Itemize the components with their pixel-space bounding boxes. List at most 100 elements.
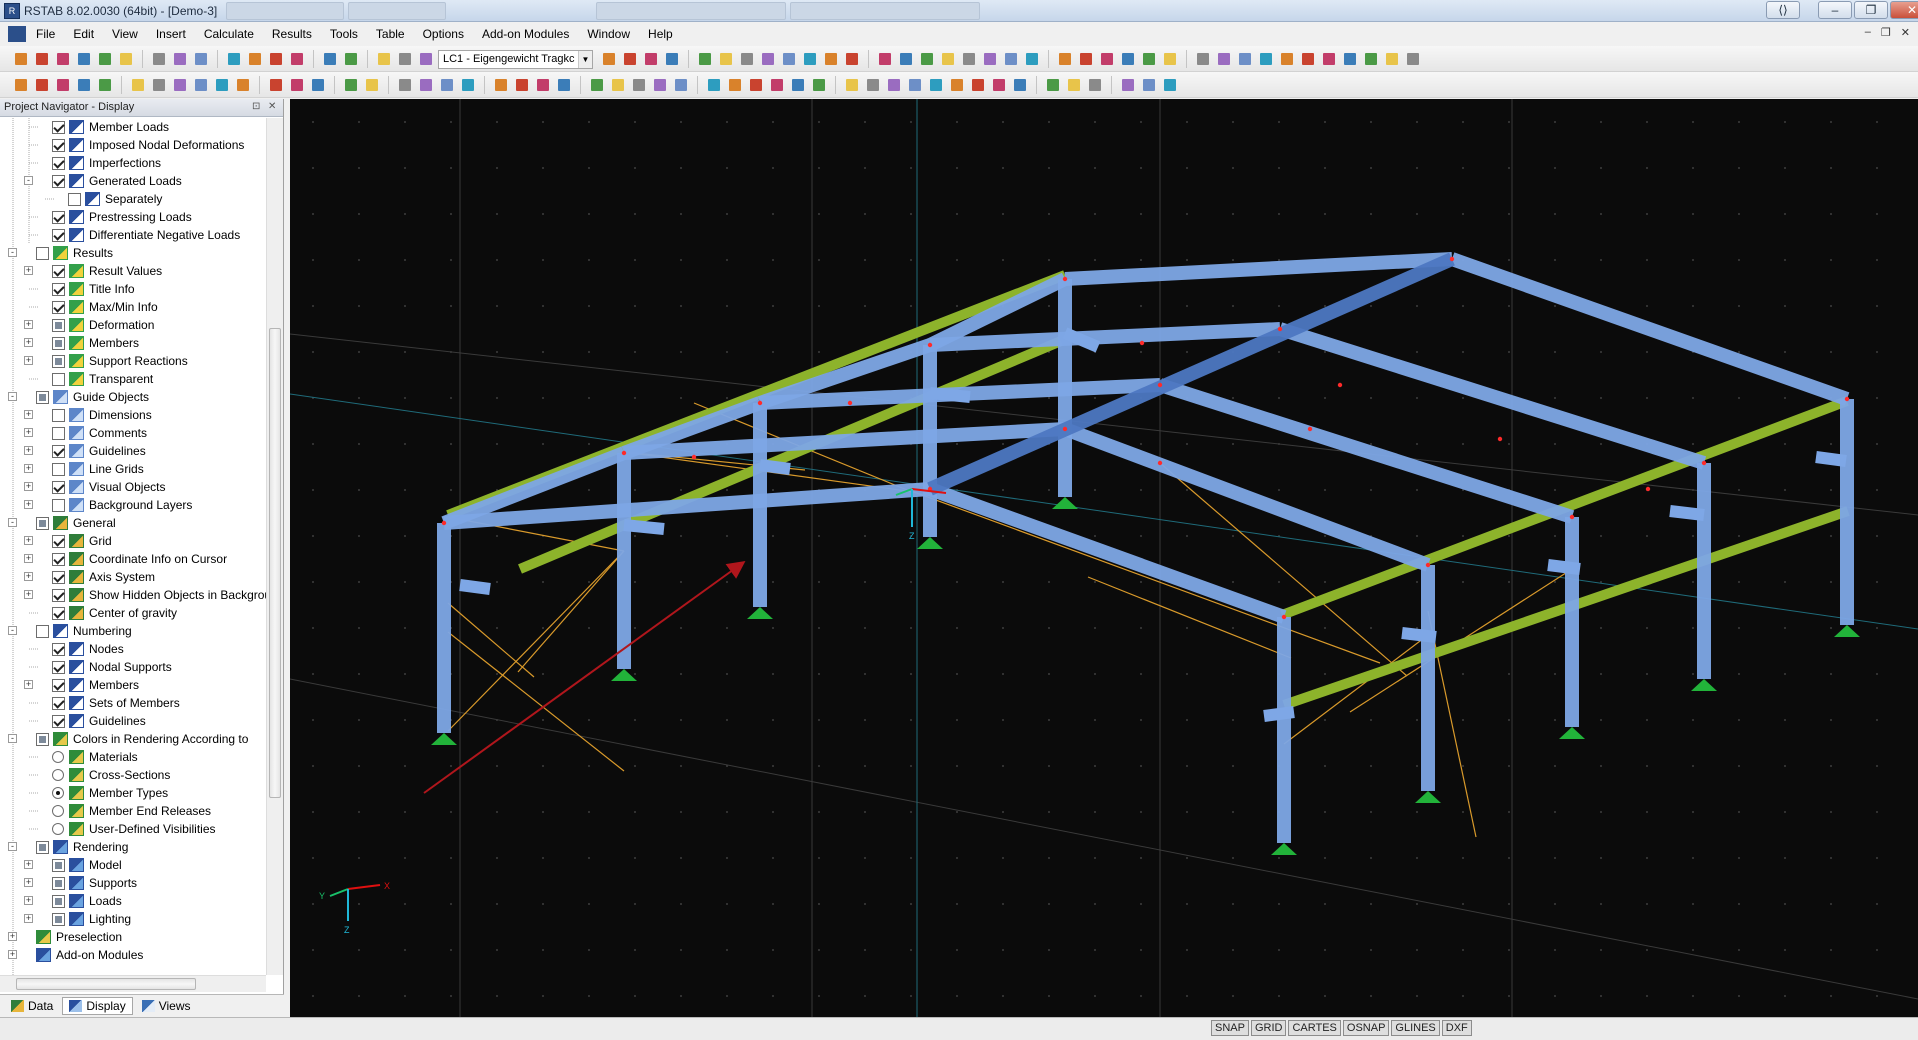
tree-checkbox[interactable] — [36, 733, 49, 746]
tree-checkbox[interactable] — [52, 121, 65, 134]
toolbar-button[interactable] — [906, 76, 924, 94]
toolbar-button[interactable] — [621, 50, 639, 68]
status-glines-toggle[interactable]: GLINES — [1391, 1020, 1439, 1036]
toolbar-button[interactable] — [588, 76, 606, 94]
toolbar-button[interactable] — [663, 50, 681, 68]
toolbar-button[interactable] — [396, 76, 414, 94]
tree-item-line-grids[interactable]: Line Grids — [52, 460, 144, 478]
outer-restore-button[interactable]: ⟨⟩ — [1766, 1, 1800, 19]
toolbar-button[interactable] — [927, 76, 945, 94]
toolbar-button[interactable] — [651, 76, 669, 94]
toolbar-button[interactable] — [789, 76, 807, 94]
status-cartes-toggle[interactable]: CARTES — [1288, 1020, 1340, 1036]
structural-model-view[interactable]: Z X Y Z — [290, 99, 1918, 1017]
toolbar-button[interactable] — [717, 50, 735, 68]
toolbar-button[interactable] — [534, 76, 552, 94]
toolbar-button[interactable] — [1194, 50, 1212, 68]
collapse-icon[interactable]: - — [8, 518, 17, 527]
toolbar-button[interactable] — [1161, 76, 1179, 94]
tree-item-deformation[interactable]: Deformation — [52, 316, 154, 334]
menu-add-on-modules[interactable]: Add-on Modules — [482, 27, 569, 41]
expand-icon[interactable]: + — [24, 410, 33, 419]
toolbar-button[interactable] — [1236, 50, 1254, 68]
toolbar-button[interactable] — [513, 76, 531, 94]
expand-icon[interactable]: + — [24, 482, 33, 491]
toolbar-button[interactable] — [1002, 50, 1020, 68]
toolbar-button[interactable] — [192, 50, 210, 68]
tree-checkbox[interactable] — [52, 697, 65, 710]
toolbar-button[interactable] — [1362, 50, 1380, 68]
toolbar-button[interactable] — [54, 76, 72, 94]
toolbar-button[interactable] — [969, 76, 987, 94]
toolbar-button[interactable] — [96, 76, 114, 94]
tab-display[interactable]: Display — [62, 997, 132, 1015]
toolbar-button[interactable] — [213, 76, 231, 94]
menu-table[interactable]: Table — [376, 27, 405, 41]
toolbar-button[interactable] — [396, 50, 414, 68]
tree-item-comments[interactable]: Comments — [52, 424, 147, 442]
toolbar-button[interactable] — [363, 76, 381, 94]
navigator-vertical-scrollbar[interactable] — [266, 118, 283, 975]
expand-icon[interactable]: + — [24, 896, 33, 905]
expand-icon[interactable]: + — [24, 878, 33, 887]
tree-item-lighting[interactable]: Lighting — [52, 910, 131, 928]
tree-checkbox[interactable] — [52, 481, 65, 494]
toolbar-button[interactable] — [1404, 50, 1422, 68]
tree-checkbox[interactable] — [36, 391, 49, 404]
menu-insert[interactable]: Insert — [156, 27, 186, 41]
tree-checkbox[interactable] — [52, 409, 65, 422]
tree-item-differentiate-negative-loads[interactable]: Differentiate Negative Loads — [52, 226, 240, 244]
document-minimize-button[interactable]: – — [1865, 26, 1871, 39]
toolbar-button[interactable] — [1086, 76, 1104, 94]
toolbar-button[interactable] — [246, 50, 264, 68]
toolbar-button[interactable] — [918, 50, 936, 68]
toolbar-button[interactable] — [54, 50, 72, 68]
toolbar-button[interactable] — [1320, 50, 1338, 68]
menu-calculate[interactable]: Calculate — [204, 27, 254, 41]
toolbar-button[interactable] — [864, 76, 882, 94]
tree-item-model[interactable]: Model — [52, 856, 122, 874]
tree-item-prestressing-loads[interactable]: Prestressing Loads — [52, 208, 192, 226]
toolbar-button[interactable] — [375, 50, 393, 68]
tree-item-colors-in-rendering-according-to[interactable]: Colors in Rendering According to — [36, 730, 248, 748]
toolbar-button[interactable] — [885, 76, 903, 94]
toolbar-button[interactable] — [843, 76, 861, 94]
toolbar-button[interactable] — [171, 50, 189, 68]
toolbar-button[interactable] — [642, 50, 660, 68]
expand-icon[interactable]: + — [24, 266, 33, 275]
tree-item-visual-objects[interactable]: Visual Objects — [52, 478, 165, 496]
toolbar-button[interactable] — [876, 50, 894, 68]
menu-help[interactable]: Help — [648, 27, 673, 41]
tree-checkbox[interactable] — [52, 157, 65, 170]
tree-checkbox[interactable] — [36, 625, 49, 638]
toolbar-button[interactable] — [342, 76, 360, 94]
toolbar-button[interactable] — [267, 76, 285, 94]
tree-item-guidelines[interactable]: Guidelines — [52, 712, 146, 730]
toolbar-button[interactable] — [630, 76, 648, 94]
tree-item-add-on-modules[interactable]: Add-on Modules — [36, 946, 143, 964]
toolbar-button[interactable] — [171, 76, 189, 94]
expand-icon[interactable]: + — [24, 860, 33, 869]
tree-radio[interactable] — [52, 787, 64, 799]
tree-checkbox[interactable] — [52, 301, 65, 314]
background-window-tab[interactable] — [596, 2, 786, 20]
menu-view[interactable]: View — [112, 27, 138, 41]
status-osnap-toggle[interactable]: OSNAP — [1343, 1020, 1390, 1036]
tree-checkbox[interactable] — [52, 175, 65, 188]
expand-icon[interactable]: + — [8, 932, 17, 941]
toolbar-button[interactable] — [768, 76, 786, 94]
status-grid-toggle[interactable]: GRID — [1251, 1020, 1287, 1036]
tree-item-title-info[interactable]: Title Info — [52, 280, 135, 298]
tree-item-rendering[interactable]: Rendering — [36, 838, 128, 856]
toolbar-button[interactable] — [459, 76, 477, 94]
tree-item-cross-sections[interactable]: Cross-Sections — [52, 766, 170, 784]
status-dxf-toggle[interactable]: DXF — [1442, 1020, 1472, 1036]
toolbar-button[interactable] — [939, 50, 957, 68]
collapse-icon[interactable]: - — [8, 392, 17, 401]
tree-checkbox[interactable] — [52, 643, 65, 656]
toolbar-button[interactable] — [1011, 76, 1029, 94]
tree-checkbox[interactable] — [52, 913, 65, 926]
collapse-icon[interactable]: - — [8, 734, 17, 743]
toolbar-button[interactable] — [600, 50, 618, 68]
toolbar-button[interactable] — [948, 76, 966, 94]
